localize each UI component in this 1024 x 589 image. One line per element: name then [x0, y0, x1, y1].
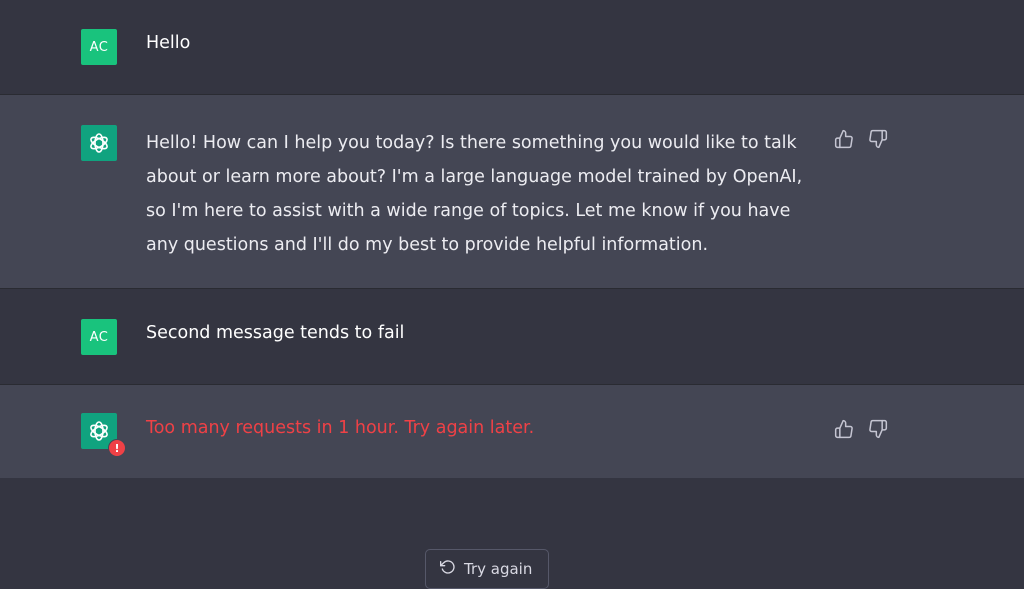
thumbs-down-icon[interactable]	[867, 418, 889, 440]
try-again-label: Try again	[464, 560, 533, 578]
thumbs-up-icon[interactable]	[833, 418, 855, 440]
user-avatar: AC	[81, 319, 117, 355]
openai-logo-icon	[81, 125, 117, 161]
message-row-user-1: AC Hello	[0, 0, 1024, 94]
feedback-buttons	[833, 128, 889, 150]
thumbs-up-icon[interactable]	[833, 128, 855, 150]
message-row-assistant-1: Hello! How can I help you today? Is ther…	[0, 95, 1024, 288]
feedback-buttons	[833, 418, 889, 440]
try-again-button[interactable]: Try again	[425, 549, 549, 589]
thumbs-down-icon[interactable]	[867, 128, 889, 150]
error-message-text: Too many requests in 1 hour. Try again l…	[146, 418, 535, 438]
refresh-icon	[440, 559, 456, 579]
message-row-user-2: AC Second message tends to fail	[0, 289, 1024, 384]
error-badge-icon: !	[108, 439, 126, 457]
message-row-assistant-error: ! Too many requests in 1 hour. Try again…	[0, 385, 1024, 478]
user-message-text: Hello	[146, 33, 191, 53]
user-avatar: AC	[81, 29, 117, 65]
assistant-message-text: Hello! How can I help you today? Is ther…	[146, 133, 803, 255]
user-message-text: Second message tends to fail	[146, 323, 405, 343]
